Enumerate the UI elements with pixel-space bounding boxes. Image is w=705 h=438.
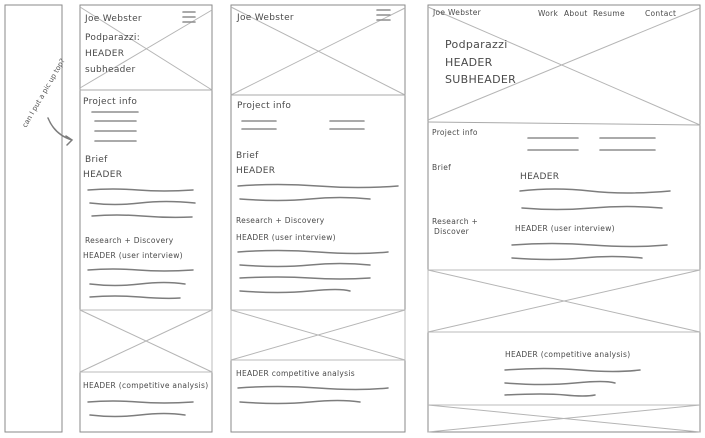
research-header: HEADER (user interview) [515, 224, 615, 233]
research-header: HEADER (user interview) [236, 233, 336, 242]
nav-about[interactable]: About [564, 9, 588, 18]
arrow-icon [47, 117, 74, 146]
research-label: Research + [432, 217, 478, 226]
competitive-header: HEADER (competitive analysis) [83, 381, 208, 390]
hero-header: HEADER [445, 56, 493, 69]
brief-header: HEADER [520, 172, 559, 182]
research-label-2: Discover [434, 227, 470, 236]
wireframe-sketch-sheet: can I put a pic up top? Joe Webster Podp… [4, 4, 701, 433]
brief-label: Brief [236, 151, 259, 161]
brief-label: Brief [85, 155, 108, 165]
site-name: Joe Webster [432, 8, 482, 17]
hero-subheader: subheader [85, 65, 136, 75]
site-name: Joe Webster [84, 14, 142, 24]
nav-work[interactable]: Work [538, 9, 559, 18]
competitive-header: HEADER competitive analysis [236, 369, 355, 378]
hero-header: HEADER [85, 49, 124, 59]
footer-placeholder [427, 404, 701, 433]
nav-resume[interactable]: Resume [593, 9, 625, 18]
research-header: HEADER (user interview) [83, 251, 183, 260]
hero-project-name: Podparazzi: [85, 33, 140, 43]
image-placeholder [230, 309, 406, 361]
project-info-label: Project info [432, 128, 478, 137]
image-placeholder [427, 269, 701, 333]
annotation-text: can I put a pic up top? [21, 57, 67, 129]
image-placeholder [79, 309, 213, 373]
brief-header: HEADER [83, 170, 122, 180]
research-label: Research + Discovery [85, 236, 174, 245]
brief-header: HEADER [236, 166, 275, 176]
mobile-wireframe-b: Joe Webster Project info Brief HEADER Re… [230, 4, 406, 433]
competitive-header: HEADER (competitive analysis) [505, 350, 630, 359]
project-info-label: Project info [237, 101, 291, 111]
top-nav: Work About Resume Contact [538, 9, 676, 18]
hero-subheader: SUBHEADER [445, 73, 516, 86]
research-label: Research + Discovery [236, 216, 325, 225]
hero-project-name: Podparazzi [445, 38, 508, 51]
mobile-wireframe-a: Joe Webster Podparazzi: HEADER subheader… [79, 4, 213, 433]
brief-label: Brief [432, 163, 451, 172]
site-name: Joe Webster [236, 13, 294, 23]
annotation-note: can I put a pic up top? [21, 57, 74, 146]
nav-contact[interactable]: Contact [645, 9, 676, 18]
hamburger-icon[interactable] [182, 11, 196, 23]
desktop-wireframe: Joe Webster Work About Resume Contact Po… [427, 4, 701, 433]
project-info-label: Project info [83, 97, 137, 107]
